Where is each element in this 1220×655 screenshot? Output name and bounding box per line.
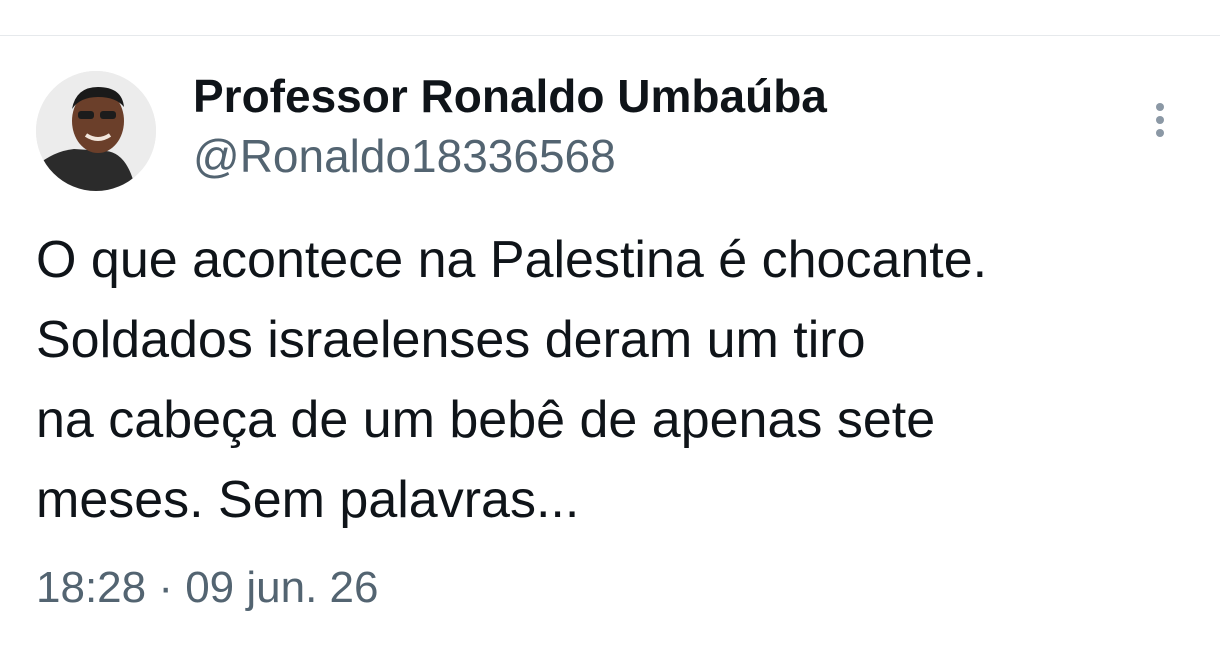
more-vertical-icon-dot xyxy=(1156,129,1164,137)
author-info[interactable]: Professor Ronaldo Umbaúba @Ronaldo183365… xyxy=(193,66,827,186)
tweet-text-line: O que acontece na Palestina é chocante. xyxy=(36,231,988,289)
author-display-name[interactable]: Professor Ronaldo Umbaúba xyxy=(193,66,827,126)
more-options-button[interactable] xyxy=(1140,96,1180,144)
tweet-text-line: Soldados israelenses deram um tiro xyxy=(36,311,866,369)
author-handle[interactable]: @Ronaldo18336568 xyxy=(193,126,827,186)
more-vertical-icon-dot xyxy=(1156,116,1164,124)
tweet-text-line: na cabeça de um bebê de apenas sete xyxy=(36,391,936,449)
tweet-text-line: meses. Sem palavras... xyxy=(36,471,580,529)
avatar[interactable] xyxy=(36,71,156,191)
more-vertical-icon xyxy=(1156,103,1164,111)
tweet-timestamp[interactable]: 18:28 · 09 jun. 26 xyxy=(36,558,378,618)
tweet[interactable]: Professor Ronaldo Umbaúba @Ronaldo183365… xyxy=(0,36,1220,655)
profile-photo xyxy=(36,71,156,191)
tweet-text: O que acontece na Palestina é chocante. … xyxy=(36,220,1206,540)
